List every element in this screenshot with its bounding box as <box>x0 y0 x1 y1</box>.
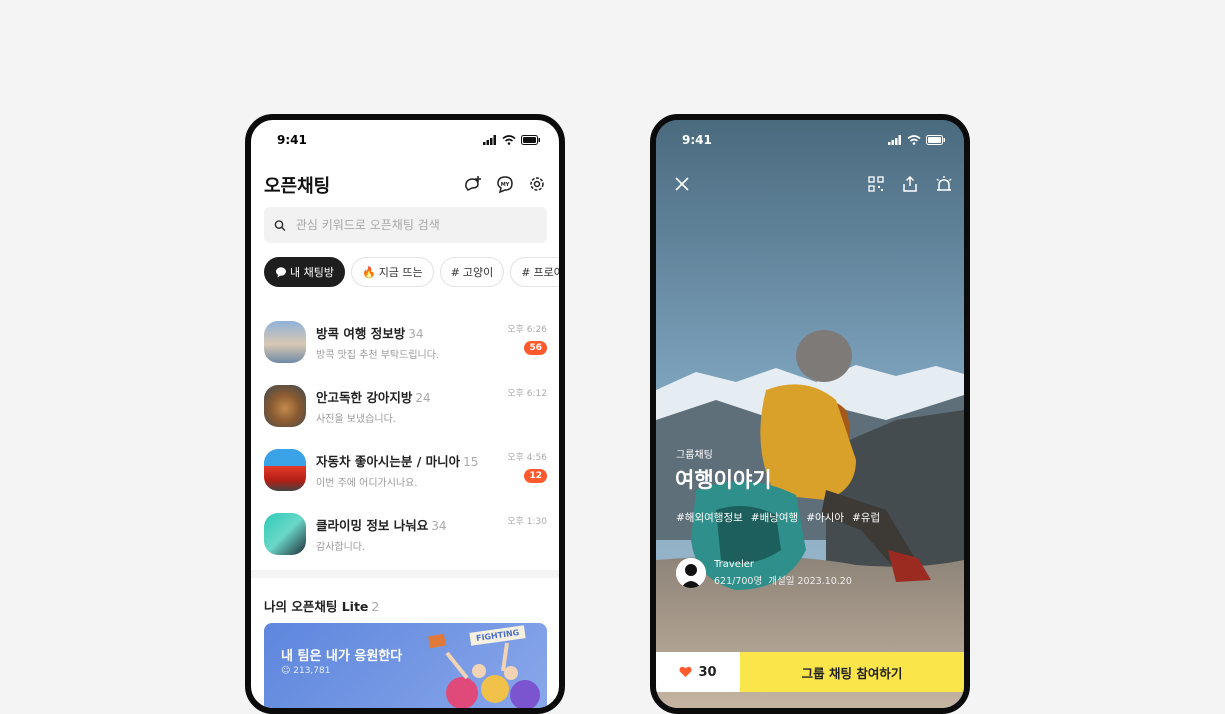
signal-icon <box>888 135 901 145</box>
group-type-label: 그룹채팅 <box>676 450 713 461</box>
like-button[interactable]: 30 <box>656 652 740 692</box>
last-message: 사진을 보냈습니다. <box>316 414 396 425</box>
chip-my-chats[interactable]: 내 채팅방 <box>264 257 345 287</box>
chip-trending[interactable]: 🔥 지금 뜨는 <box>350 257 434 287</box>
unread-badge: 12 <box>524 469 547 483</box>
wifi-icon <box>907 135 921 145</box>
svg-text:MY: MY <box>501 182 510 188</box>
page-title: 오픈채팅 <box>264 176 331 197</box>
status-bar: 9:41 <box>682 130 946 150</box>
list-item[interactable]: 방콕 여행 정보방 34 방콕 맛집 추천 부탁드립니다. 오후 6:26 56 <box>264 310 547 374</box>
hashtag[interactable]: #해외여행정보 <box>676 510 743 525</box>
signal-icon <box>483 135 496 145</box>
chat-time: 오후 4:56 <box>507 453 547 463</box>
filter-chips: 내 채팅방 🔥 지금 뜨는 # 고양이 # 프로야구 <box>264 257 559 287</box>
share-icon[interactable] <box>900 174 920 194</box>
chat-thumbnail <box>264 385 306 427</box>
lite-count: 2 <box>371 599 380 614</box>
chat-thumbnail <box>264 513 306 555</box>
member-count: 34 <box>408 327 424 341</box>
chat-time: 오후 6:26 <box>507 325 547 335</box>
group-chat-profile-phone: 9:41 그룹채팅 여행이야기 #해외여행정보 #배낭여행 #아시아 #유럽 T… <box>650 114 970 714</box>
hashtag[interactable]: #유럽 <box>852 510 880 525</box>
owner-info[interactable]: Traveler 621/700명 개설일 2023.10.20 <box>676 558 852 588</box>
member-count: 34 <box>431 519 447 533</box>
chip-baseball[interactable]: # 프로야구 <box>510 257 559 287</box>
hash-icon: # <box>450 265 460 279</box>
search-icon <box>274 219 286 231</box>
cheering-illustration <box>428 633 540 708</box>
search-input[interactable] <box>293 217 537 233</box>
unread-badge: 56 <box>524 341 547 355</box>
list-item[interactable]: 클라이밍 정보 나눠요 34 감사합니다. 오후 1:30 <box>264 502 547 566</box>
list-item[interactable]: 자동차 좋아시는분 / 마니아 15 이번 주에 어디가시나요. 오후 4:56 … <box>264 438 547 502</box>
lite-banner[interactable]: 내 팀은 내가 응원한다 ☺ 213,781 FIGHTING <box>264 623 547 708</box>
chat-name: 방콕 여행 정보방 <box>316 326 406 341</box>
battery-icon <box>926 135 945 145</box>
chat-name: 자동차 좋아시는분 / 마니아 <box>316 454 461 469</box>
status-time: 9:41 <box>682 133 712 147</box>
opened-date: 개설일 2023.10.20 <box>768 576 852 587</box>
battery-icon <box>521 135 540 145</box>
my-profile-icon[interactable]: MY <box>495 174 515 194</box>
group-title: 여행이야기 <box>675 468 772 492</box>
banner-title: 내 팀은 내가 응원한다 <box>281 649 403 664</box>
hashtag[interactable]: #배낭여행 <box>751 510 798 525</box>
member-capacity: 621/700명 <box>714 576 763 587</box>
chat-bubble-icon <box>276 267 286 278</box>
list-item[interactable]: 안고독한 강아지방 24 사진을 보냈습니다. 오후 6:12 <box>264 374 547 438</box>
chat-name: 클라이밍 정보 나눠요 <box>316 518 429 533</box>
wifi-icon <box>502 135 516 145</box>
search-bar[interactable] <box>264 207 547 243</box>
chat-thumbnail <box>264 321 306 363</box>
qr-code-icon[interactable] <box>866 174 886 194</box>
join-group-chat-button[interactable]: 그룹 채팅 참여하기 <box>740 652 964 692</box>
member-count: 24 <box>415 391 431 405</box>
add-chat-icon[interactable] <box>463 174 483 194</box>
chat-thumbnail <box>264 449 306 491</box>
hashtag[interactable]: #아시아 <box>806 510 844 525</box>
chat-time: 오후 1:30 <box>507 517 547 527</box>
lite-section-title: 나의 오픈채팅 Lite 2 <box>264 599 380 614</box>
owner-name: Traveler <box>714 559 754 570</box>
close-icon[interactable] <box>672 174 692 194</box>
fire-icon: 🔥 <box>361 265 376 279</box>
hash-icon: # <box>521 265 531 279</box>
avatar <box>676 558 706 588</box>
status-bar: 9:41 <box>277 130 541 150</box>
chat-time: 오후 6:12 <box>507 389 547 399</box>
status-time: 9:41 <box>277 133 307 147</box>
open-chat-phone: 9:41 오픈채팅 MY 내 채팅방 🔥 지금 뜨는 # <box>245 114 565 714</box>
section-divider <box>251 570 559 578</box>
chip-cat[interactable]: # 고양이 <box>439 257 505 287</box>
bottom-action-bar: 30 그룹 채팅 참여하기 <box>656 652 964 692</box>
report-siren-icon[interactable] <box>934 174 954 194</box>
heart-icon <box>679 666 693 677</box>
settings-icon[interactable] <box>527 174 547 194</box>
banner-members: ☺ 213,781 <box>281 666 331 676</box>
member-count: 15 <box>463 455 479 469</box>
traveler-photo <box>656 120 964 708</box>
chat-name: 안고독한 강아지방 <box>316 390 413 405</box>
like-count: 30 <box>698 664 717 680</box>
last-message: 감사합니다. <box>316 542 366 553</box>
hashtag-list: #해외여행정보 #배낭여행 #아시아 #유럽 <box>676 510 880 525</box>
chat-list: 방콕 여행 정보방 34 방콕 맛집 추천 부탁드립니다. 오후 6:26 56 … <box>264 310 547 566</box>
